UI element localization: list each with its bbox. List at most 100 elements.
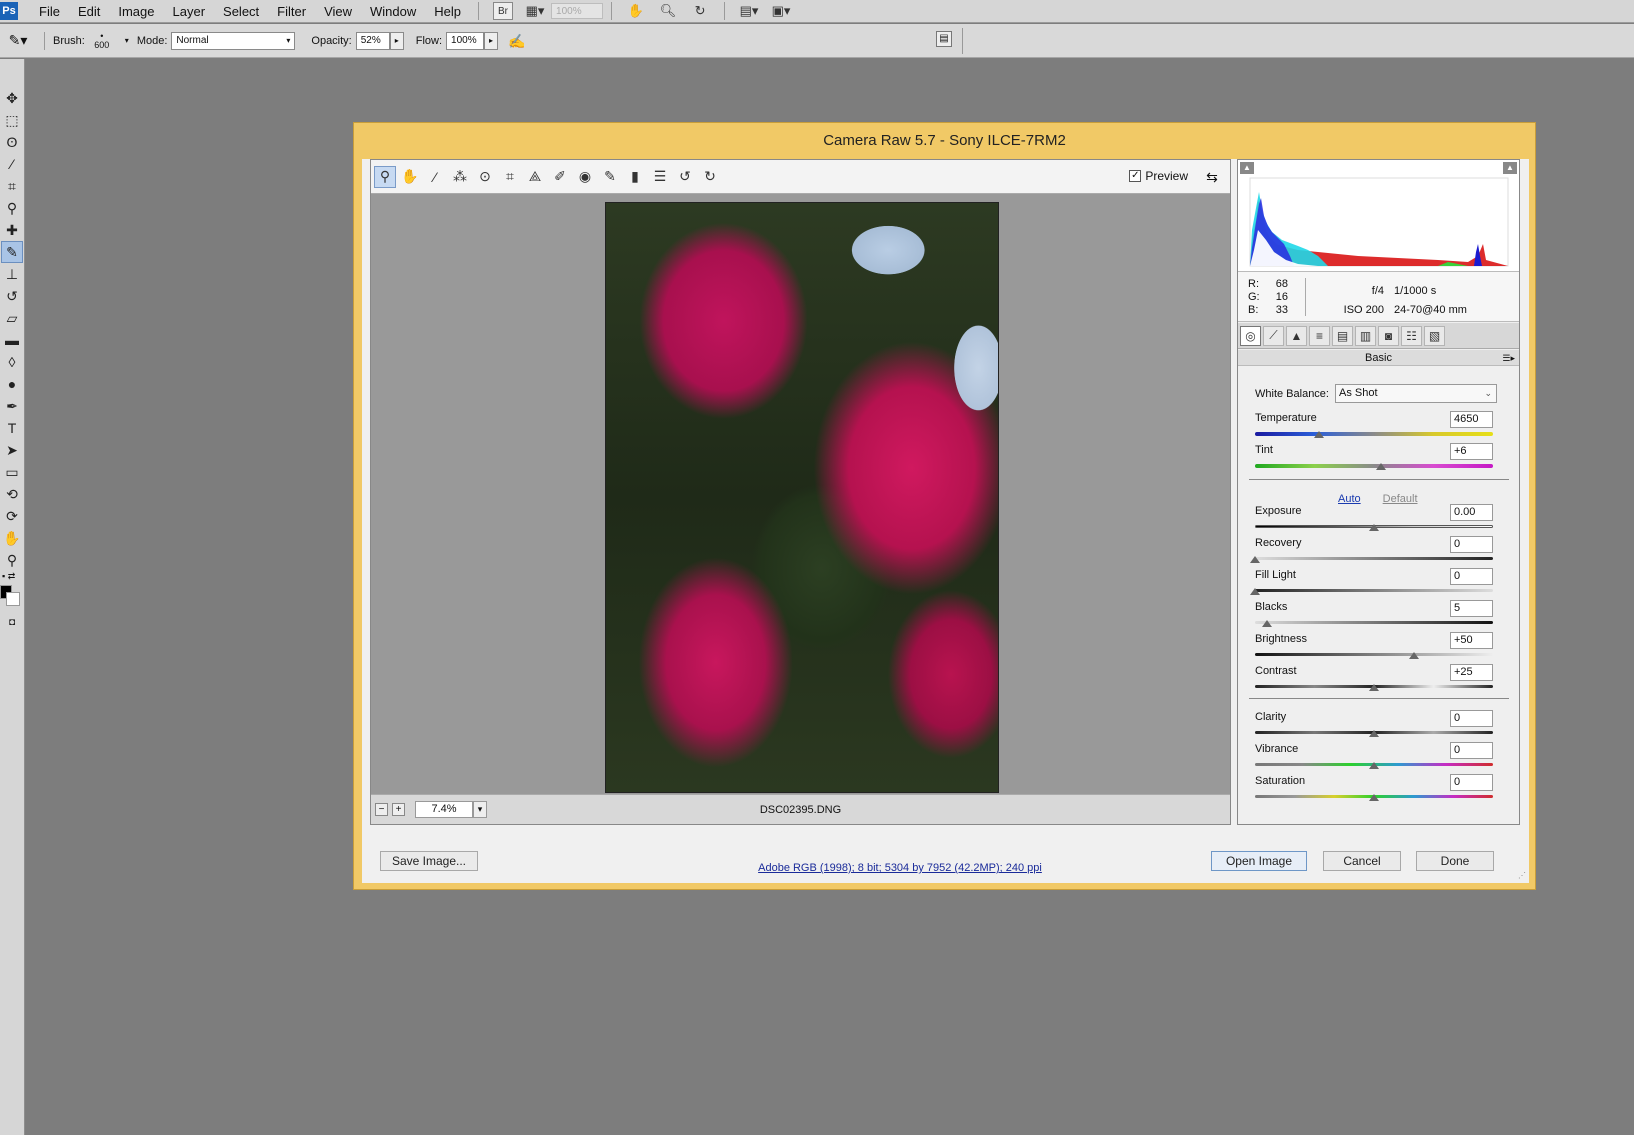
temperature-input[interactable]: 4650 xyxy=(1450,411,1493,428)
white-balance-icon[interactable]: ⁄ xyxy=(424,166,446,188)
workflow-options-link[interactable]: Adobe RGB (1998); 8 bit; 5304 by 7952 (4… xyxy=(750,862,1050,874)
color-sampler-icon[interactable]: ⁂ xyxy=(449,166,471,188)
menu-layer[interactable]: Layer xyxy=(164,4,215,19)
menu-select[interactable]: Select xyxy=(214,4,268,19)
menu-view[interactable]: View xyxy=(315,4,361,19)
contrast-input[interactable]: +25 xyxy=(1450,664,1493,681)
3d-rotate-icon[interactable]: ⟲ xyxy=(1,483,23,505)
blacks-input[interactable]: 5 xyxy=(1450,600,1493,617)
target-adjust-icon[interactable]: ⊙ xyxy=(474,166,496,188)
brush-preset-icon[interactable]: ✎▾ xyxy=(0,32,36,49)
fill-light-thumb[interactable] xyxy=(1250,588,1260,595)
contrast-thumb[interactable] xyxy=(1369,684,1379,691)
pen-tool-icon[interactable]: ✒ xyxy=(1,395,23,417)
rotate-view-icon[interactable]: ↻ xyxy=(690,2,710,20)
opacity-slider-arrow-icon[interactable]: ▸ xyxy=(389,31,404,50)
tab-snapshots-icon[interactable]: ▧ xyxy=(1424,325,1445,346)
blacks-thumb[interactable] xyxy=(1261,620,1272,627)
zoom-out-button[interactable]: − xyxy=(375,803,388,816)
saturation-thumb[interactable] xyxy=(1369,794,1379,801)
saturation-input[interactable]: 0 xyxy=(1450,774,1493,791)
eyedropper-icon[interactable]: ⚲ xyxy=(1,197,23,219)
dodge-icon[interactable]: ● xyxy=(1,373,23,395)
zoom-in-button[interactable]: + xyxy=(392,803,405,816)
tab-hsl-icon[interactable]: ≡ xyxy=(1309,325,1330,346)
open-image-button[interactable]: Open Image xyxy=(1211,851,1307,871)
zoom-level-input[interactable]: 7.4% xyxy=(415,801,473,818)
bridge-button[interactable]: Br xyxy=(493,2,514,20)
type-tool-icon[interactable]: T xyxy=(1,417,23,439)
brightness-input[interactable]: +50 xyxy=(1450,632,1493,649)
zoom-level-field[interactable]: 100% xyxy=(551,3,604,19)
lasso-tool-icon[interactable]: ʘ xyxy=(1,131,23,153)
recovery-thumb[interactable] xyxy=(1250,556,1260,563)
airbrush-icon[interactable]: ✍ xyxy=(506,30,528,52)
crop-tool-icon[interactable]: ⌗ xyxy=(1,175,23,197)
rotate-ccw-icon[interactable]: ↺ xyxy=(674,166,696,188)
gradient-icon[interactable]: ▬ xyxy=(1,329,23,351)
tint-thumb[interactable] xyxy=(1376,463,1387,470)
3d-orbit-icon[interactable]: ⟳ xyxy=(1,505,23,527)
fill-light-input[interactable]: 0 xyxy=(1450,568,1493,585)
menu-edit[interactable]: Edit xyxy=(69,4,109,19)
swap-colors-icon[interactable]: ▪ ⇄ xyxy=(0,571,24,585)
background-color-swatch[interactable] xyxy=(6,592,20,606)
temperature-track[interactable] xyxy=(1255,432,1493,436)
preview-checkbox-box[interactable]: ✓ xyxy=(1129,170,1142,182)
brush-panel-toggle-icon[interactable]: ▤ xyxy=(936,31,952,47)
save-image-button[interactable]: Save Image... xyxy=(380,851,478,871)
shape-tool-icon[interactable]: ▭ xyxy=(1,461,23,483)
menu-image[interactable]: Image xyxy=(109,4,163,19)
color-swatches[interactable] xyxy=(0,585,24,611)
image-canvas[interactable] xyxy=(371,195,1230,795)
rotate-cw-icon[interactable]: ↻ xyxy=(699,166,721,188)
brush-tool-icon[interactable]: ✎ xyxy=(1,241,23,263)
zoom-tool-icon[interactable]: 🔍︎ xyxy=(658,2,678,20)
opacity-input[interactable]: 52% xyxy=(355,31,390,50)
exposure-input[interactable]: 0.00 xyxy=(1450,504,1493,521)
white-balance-select[interactable]: As Shot ⌄ xyxy=(1334,384,1497,403)
blur-icon[interactable]: ◊ xyxy=(1,351,23,373)
panel-menu-icon[interactable]: ☰▸ xyxy=(1502,350,1515,366)
menu-filter[interactable]: Filter xyxy=(268,4,315,19)
arrange-documents-icon[interactable]: ▤▾ xyxy=(739,2,759,20)
healing-brush-icon[interactable]: ✚ xyxy=(1,219,23,241)
hand-tool-icon[interactable]: ✋ xyxy=(626,2,646,20)
shadow-clipping-warning-icon[interactable]: ▲ xyxy=(1240,162,1254,174)
clarity-input[interactable]: 0 xyxy=(1450,710,1493,727)
preferences-icon[interactable]: ☰ xyxy=(649,166,671,188)
brush-size-picker[interactable]: • 600 xyxy=(89,31,115,50)
tint-track[interactable] xyxy=(1255,464,1493,468)
recovery-input[interactable]: 0 xyxy=(1450,536,1493,553)
zoom-tool-icon[interactable]: ⚲ xyxy=(1,549,23,571)
clarity-thumb[interactable] xyxy=(1369,730,1379,737)
magic-wand-icon[interactable]: ⁄ xyxy=(1,153,23,175)
fullscreen-toggle-icon[interactable]: ⇆ xyxy=(1202,167,1222,187)
menu-file[interactable]: File xyxy=(30,4,69,19)
flow-slider-arrow-icon[interactable]: ▸ xyxy=(484,31,499,50)
graduated-filter-icon[interactable]: ▮ xyxy=(624,166,646,188)
menu-help[interactable]: Help xyxy=(425,4,470,19)
history-brush-icon[interactable]: ↺ xyxy=(1,285,23,307)
clone-stamp-icon[interactable]: ⊥ xyxy=(1,263,23,285)
quick-mask-icon[interactable]: ◘ xyxy=(1,611,23,633)
eraser-icon[interactable]: ▱ xyxy=(1,307,23,329)
tab-detail-icon[interactable]: ▲ xyxy=(1286,325,1307,346)
resize-grip-icon[interactable]: ⋰ xyxy=(1518,871,1526,880)
tab-basic-icon[interactable]: ◎ xyxy=(1240,325,1261,346)
tab-camera-calibration-icon[interactable]: ◙ xyxy=(1378,325,1399,346)
fill-light-track[interactable] xyxy=(1255,589,1493,592)
screen-mode-icon[interactable]: ▣▾ xyxy=(771,2,791,20)
vibrance-input[interactable]: 0 xyxy=(1450,742,1493,759)
flow-input[interactable]: 100% xyxy=(446,31,485,50)
brush-dropdown-icon[interactable]: ▾ xyxy=(125,36,129,45)
cancel-button[interactable]: Cancel xyxy=(1323,851,1401,871)
zoom-dropdown-icon[interactable]: ▾ xyxy=(473,801,487,818)
highlight-clipping-warning-icon[interactable]: ▲ xyxy=(1503,162,1517,174)
tab-split-toning-icon[interactable]: ▤ xyxy=(1332,325,1353,346)
path-select-icon[interactable]: ➤ xyxy=(1,439,23,461)
vibrance-thumb[interactable] xyxy=(1369,762,1379,769)
adjustment-brush-icon[interactable]: ✎ xyxy=(599,166,621,188)
tab-lens-corrections-icon[interactable]: ▥ xyxy=(1355,325,1376,346)
blacks-track[interactable] xyxy=(1255,621,1493,624)
